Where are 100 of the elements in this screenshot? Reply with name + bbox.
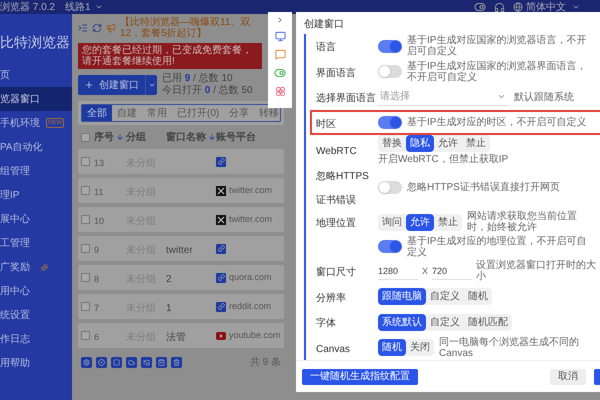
select-all-checkbox[interactable] bbox=[81, 132, 90, 142]
toggle-switch[interactable] bbox=[378, 240, 402, 254]
trash-icon[interactable] bbox=[171, 356, 182, 368]
cloud-icon[interactable] bbox=[126, 356, 137, 368]
hint-text: 设置浏览器窗口打开时的大小 bbox=[476, 260, 596, 282]
segment-option[interactable]: 自定义 bbox=[426, 314, 464, 331]
opened-count: 今日打开 0 / 总数 50 bbox=[162, 85, 253, 97]
filter-tab[interactable]: 自建 bbox=[112, 105, 142, 121]
drawer-title: 创建窗口 bbox=[303, 18, 345, 32]
menu-icon[interactable] bbox=[78, 23, 88, 33]
column-header[interactable]: 账号平台 bbox=[216, 130, 256, 144]
hint-text: 基于IP生成对应国家的浏览器语言，不开启可自定义 bbox=[407, 35, 588, 58]
field-label: 字体 bbox=[316, 318, 336, 330]
sidebar-item[interactable]: PA自动化 bbox=[0, 135, 72, 159]
segment-option[interactable]: 跟随电脑 bbox=[378, 288, 426, 306]
segment-option[interactable]: 隐私 bbox=[406, 135, 434, 152]
filter-tab[interactable]: 全部 bbox=[82, 105, 112, 121]
segment-option[interactable]: 随机匹配 bbox=[464, 314, 512, 331]
expired-alert: 您的套餐已经过期，已变成免费套餐，请开通套餐继续使用! bbox=[78, 43, 262, 69]
index-cell: 7 bbox=[94, 302, 100, 312]
toggle-icon[interactable] bbox=[474, 1, 486, 13]
filter-tab[interactable]: 已打开(0) bbox=[172, 105, 224, 121]
toggle-switch[interactable] bbox=[378, 65, 402, 78]
segment-option[interactable]: 询问 bbox=[378, 214, 406, 231]
segment-option[interactable]: 替换 bbox=[378, 135, 406, 152]
caret-icon bbox=[572, 3, 580, 11]
random-config-button[interactable]: 一键随机生成指纹配置 bbox=[302, 368, 418, 384]
height-input[interactable]: 720 bbox=[432, 262, 472, 280]
app-title: 浏览器 7.0.2 bbox=[0, 0, 56, 14]
segment-option[interactable]: 禁止 bbox=[462, 135, 490, 152]
sidebar-item[interactable]: 广奖励 bbox=[0, 255, 72, 279]
field-label: 语言 bbox=[316, 42, 336, 54]
platform-cell-text: youtube.com bbox=[229, 328, 281, 342]
platform-cell-text: twitter.com bbox=[229, 212, 272, 226]
segment-option[interactable]: 随机 bbox=[378, 339, 406, 356]
field-label: 时区 bbox=[316, 118, 336, 130]
toggle-switch[interactable] bbox=[378, 180, 402, 194]
total-count: 共 9 条 bbox=[250, 356, 281, 370]
segment-option[interactable]: 允许 bbox=[406, 214, 434, 231]
segment-option[interactable]: 禁止 bbox=[434, 214, 462, 231]
segment-option[interactable]: 允许 bbox=[434, 135, 462, 152]
headset-icon[interactable] bbox=[494, 2, 505, 12]
filter-tab[interactable]: 分享 bbox=[224, 105, 254, 121]
column-header[interactable]: 窗口名称 bbox=[166, 130, 216, 144]
sidebar-item[interactable]: 览器窗口 bbox=[0, 87, 72, 111]
toggle-switch[interactable] bbox=[378, 40, 402, 53]
row-checkbox[interactable] bbox=[81, 244, 90, 253]
sidebar-item[interactable]: 用中心 bbox=[0, 279, 72, 303]
sidebar-item[interactable]: 作日志 bbox=[0, 327, 72, 351]
sidebar-item[interactable]: 工管理 bbox=[0, 231, 72, 255]
monitor-icon[interactable] bbox=[274, 31, 286, 42]
square-icon[interactable] bbox=[111, 356, 122, 368]
toggle-switch[interactable] bbox=[378, 116, 402, 130]
chat-icon[interactable] bbox=[274, 49, 286, 60]
chevron-right-icon[interactable] bbox=[276, 16, 284, 24]
caret-icon bbox=[94, 3, 103, 11]
field-label: 窗口尺寸 bbox=[316, 267, 356, 278]
index-cell: 6 bbox=[94, 332, 100, 342]
row-checkbox[interactable] bbox=[81, 215, 90, 224]
filter-tab[interactable]: 常用 bbox=[142, 105, 172, 121]
column-header[interactable]: 序号 bbox=[94, 130, 124, 144]
window-icon[interactable] bbox=[141, 356, 152, 368]
row-checkbox[interactable] bbox=[81, 157, 90, 166]
disc-icon[interactable] bbox=[96, 356, 107, 368]
segment-option[interactable]: 关闭 bbox=[406, 339, 434, 356]
row-checkbox[interactable] bbox=[81, 331, 90, 340]
flower-icon[interactable] bbox=[274, 86, 286, 97]
segment-option[interactable]: 随机 bbox=[464, 288, 492, 306]
cancel-button[interactable]: 取消 bbox=[550, 368, 586, 384]
create-window-button[interactable]: 创建窗口 bbox=[78, 75, 145, 95]
row-checkbox[interactable] bbox=[81, 273, 90, 282]
gear-icon[interactable] bbox=[81, 356, 92, 368]
confirm-button[interactable] bbox=[594, 368, 600, 384]
select-field[interactable]: 请选择 bbox=[378, 88, 508, 106]
dropdown-button[interactable] bbox=[145, 75, 157, 95]
width-input[interactable]: 1280 bbox=[378, 262, 418, 280]
sidebar-item[interactable]: 统设置 bbox=[0, 303, 72, 327]
sidebar-item[interactable]: 页 bbox=[0, 63, 72, 87]
row-checkbox[interactable] bbox=[81, 186, 90, 195]
plus-icon bbox=[84, 80, 94, 90]
sidebar-item[interactable]: 组管理 bbox=[0, 159, 72, 183]
field-label: Canvas bbox=[316, 344, 350, 355]
filter-tab[interactable]: 转移 bbox=[254, 105, 284, 121]
segment-option[interactable]: 系统默认 bbox=[378, 314, 426, 331]
name-cell: 1 bbox=[166, 302, 172, 314]
sort-arrow-icon[interactable] bbox=[116, 133, 124, 141]
name-cell: 法管 bbox=[166, 332, 186, 342]
refresh-icon[interactable] bbox=[92, 23, 102, 33]
sidebar-item[interactable]: 理IP bbox=[0, 183, 72, 207]
column-header[interactable]: 分组 bbox=[126, 130, 146, 144]
sidebar-item[interactable]: 用帮助 bbox=[0, 351, 72, 375]
field-label: WebRTC bbox=[316, 146, 357, 158]
megaphone-icon bbox=[106, 23, 116, 33]
row-checkbox[interactable] bbox=[81, 302, 90, 311]
bag-icon[interactable] bbox=[156, 356, 167, 368]
sort-arrow-icon[interactable] bbox=[208, 133, 216, 141]
toggle-icon[interactable] bbox=[274, 67, 286, 79]
name-cell: twitter bbox=[166, 244, 193, 256]
sidebar-item[interactable]: 展中心 bbox=[0, 207, 72, 231]
segment-option[interactable]: 自定义 bbox=[426, 288, 464, 306]
